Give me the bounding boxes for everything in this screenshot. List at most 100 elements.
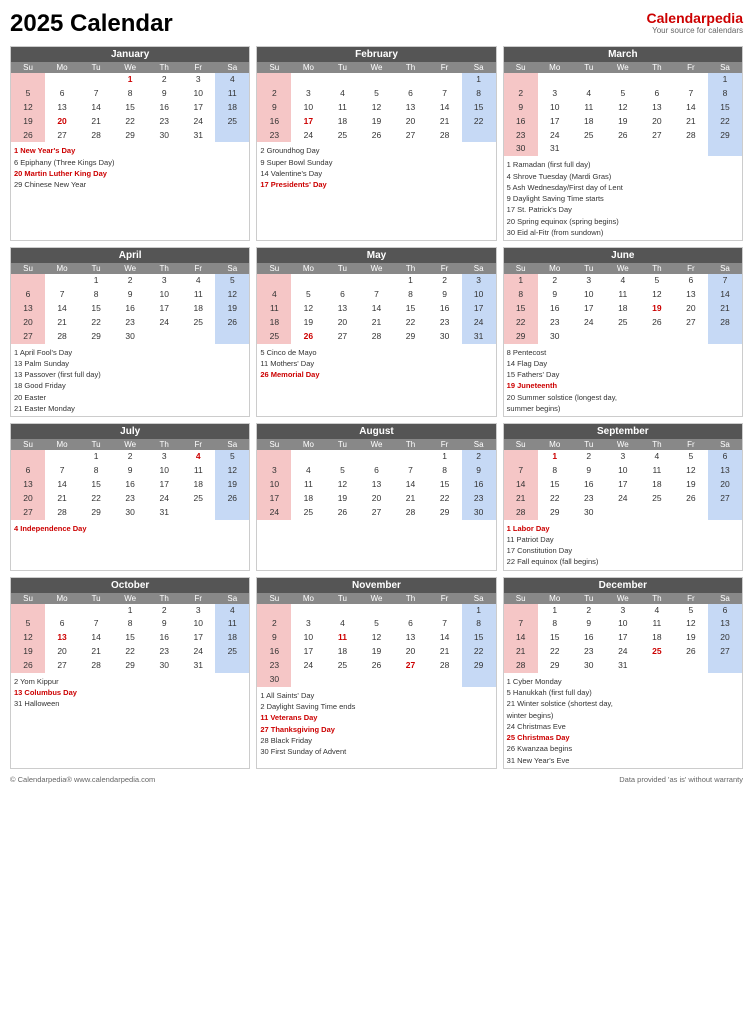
calendar-day: 21 (674, 115, 708, 129)
cal-table: SuMoTuWeThFrSa12345678910111213141516171… (257, 439, 495, 519)
note-item: 20 Summer solstice (longest day, (507, 392, 739, 403)
day-header: Th (640, 62, 674, 73)
calendar-day: 22 (504, 316, 538, 330)
calendar-day: 14 (504, 478, 538, 492)
calendar-day (147, 330, 181, 344)
calendar-day: 11 (572, 101, 606, 115)
calendar-day: 6 (45, 87, 79, 101)
calendar-day: 13 (640, 101, 674, 115)
cal-table: SuMoTuWeThFrSa12345678910111213141516171… (11, 439, 249, 519)
month-header: December (504, 578, 742, 593)
day-header: Fr (674, 439, 708, 450)
day-header: Mo (45, 62, 79, 73)
calendar-day (674, 330, 708, 344)
day-header: We (359, 593, 393, 604)
day-header: Th (640, 439, 674, 450)
calendar-day: 7 (674, 87, 708, 101)
calendar-day: 30 (572, 659, 606, 673)
day-header: Tu (325, 593, 359, 604)
calendar-day (538, 73, 572, 87)
calendar-day: 20 (640, 115, 674, 129)
day-header: Sa (462, 593, 496, 604)
calendar-day: 9 (147, 617, 181, 631)
month-august: AugustSuMoTuWeThFrSa12345678910111213141… (256, 423, 496, 570)
calendar-day: 10 (147, 464, 181, 478)
calendar-day (428, 604, 462, 618)
note-item: 22 Fall equinox (fall begins) (507, 556, 739, 567)
calendar-day: 25 (325, 129, 359, 143)
month-notes: 4 Independence Day (11, 520, 249, 536)
calendar-day: 21 (359, 316, 393, 330)
calendar-day: 12 (215, 464, 249, 478)
note-item: 5 Hanukkah (first full day) (507, 687, 739, 698)
brand: Calendarpedia Your source for calendars (647, 10, 744, 35)
day-header: We (359, 62, 393, 73)
calendar-day: 16 (572, 478, 606, 492)
day-header: We (359, 439, 393, 450)
day-header: Tu (325, 439, 359, 450)
cal-table: SuMoTuWeThFrSa12345678910111213141516171… (504, 62, 742, 156)
day-header: Sa (462, 439, 496, 450)
day-header: Tu (572, 439, 606, 450)
cal-table: SuMoTuWeThFrSa12345678910111213141516171… (11, 263, 249, 343)
calendar-day: 24 (147, 492, 181, 506)
calendar-day: 14 (45, 302, 79, 316)
calendar-day: 6 (708, 450, 742, 464)
calendar-day: 6 (325, 288, 359, 302)
calendar-day (45, 604, 79, 618)
note-item: 1 New Year's Day (14, 145, 246, 156)
day-header: Fr (181, 439, 215, 450)
calendar-day: 10 (257, 478, 291, 492)
day-header: We (606, 263, 640, 274)
calendar-day (504, 73, 538, 87)
calendar-day (291, 673, 325, 687)
calendar-day: 13 (674, 288, 708, 302)
calendar-day: 15 (428, 478, 462, 492)
calendar-day: 29 (79, 506, 113, 520)
calendar-day: 11 (181, 288, 215, 302)
calendar-day: 11 (215, 87, 249, 101)
calendar-day: 12 (359, 101, 393, 115)
calendar-day: 8 (462, 617, 496, 631)
calendar-day: 22 (113, 645, 147, 659)
calendar-day: 13 (45, 631, 79, 645)
calendar-day: 21 (504, 645, 538, 659)
calendar-day: 7 (79, 617, 113, 631)
calendar-day: 17 (462, 302, 496, 316)
calendar-day: 19 (325, 492, 359, 506)
calendar-day: 8 (79, 464, 113, 478)
calendar-day: 4 (257, 288, 291, 302)
calendar-day: 31 (181, 129, 215, 143)
calendar-day: 14 (394, 478, 428, 492)
day-header: Mo (291, 439, 325, 450)
day-header: Tu (325, 62, 359, 73)
calendar-day: 24 (538, 129, 572, 143)
calendar-day: 5 (606, 87, 640, 101)
day-header: Sa (462, 62, 496, 73)
month-header: November (257, 578, 495, 593)
calendar-day: 28 (359, 330, 393, 344)
calendar-day: 27 (708, 492, 742, 506)
calendar-day: 15 (504, 302, 538, 316)
calendar-day (11, 73, 45, 87)
calendar-day: 9 (572, 464, 606, 478)
calendar-day: 15 (708, 101, 742, 115)
calendar-day (572, 73, 606, 87)
calendar-day: 28 (45, 506, 79, 520)
calendar-day: 1 (462, 604, 496, 618)
day-header: Tu (79, 439, 113, 450)
month-header: February (257, 47, 495, 62)
calendar-day (504, 450, 538, 464)
calendar-day: 12 (359, 631, 393, 645)
day-header: Fr (674, 263, 708, 274)
month-header: July (11, 424, 249, 439)
note-item: 13 Palm Sunday (14, 358, 246, 369)
calendar-day: 14 (674, 101, 708, 115)
cal-table: SuMoTuWeThFrSa12345678910111213141516171… (11, 62, 249, 142)
calendar-day: 8 (462, 87, 496, 101)
calendar-day: 12 (640, 288, 674, 302)
calendar-day: 29 (538, 659, 572, 673)
calendar-day: 18 (181, 302, 215, 316)
calendar-day: 23 (113, 492, 147, 506)
calendar-day: 25 (291, 506, 325, 520)
